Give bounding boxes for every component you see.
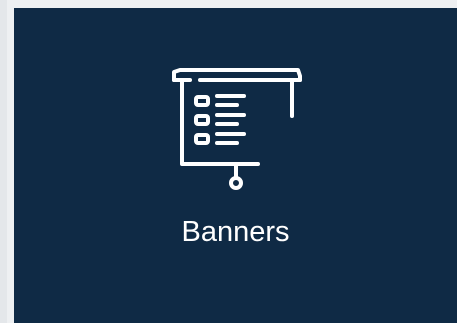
left-edge-divider <box>0 0 7 323</box>
banners-card[interactable]: Banners <box>14 8 457 323</box>
page: Banners <box>0 0 457 323</box>
banners-label: Banners <box>181 216 290 248</box>
presentation-board-icon <box>172 68 302 190</box>
